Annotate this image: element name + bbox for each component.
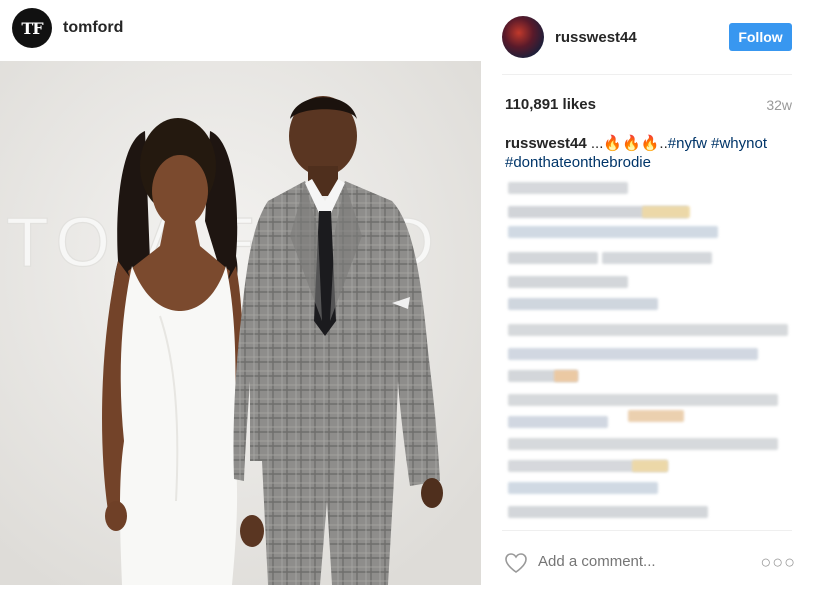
follow-button[interactable]: Follow xyxy=(729,23,792,51)
blurred-comment xyxy=(508,298,658,310)
blurred-comment xyxy=(508,182,628,194)
heart-icon[interactable] xyxy=(504,552,528,574)
hashtag-link[interactable]: #donthateonthebrodie xyxy=(505,154,651,171)
comment-input[interactable] xyxy=(538,553,738,570)
blurred-comment xyxy=(508,276,628,288)
caption-username[interactable]: russwest44 xyxy=(505,135,587,152)
blurred-comment xyxy=(632,460,668,472)
blurred-comment xyxy=(508,506,708,518)
blurred-comment xyxy=(642,206,690,218)
likes-count[interactable]: 110,891 likes xyxy=(505,96,596,113)
blurred-comment xyxy=(508,482,658,494)
tagged-account-header: TF tomford xyxy=(12,8,123,48)
blurred-comment xyxy=(508,394,778,406)
hashtag-link[interactable]: #whynot xyxy=(711,135,767,152)
owner-avatar[interactable] xyxy=(502,16,544,58)
blurred-comment xyxy=(508,324,788,336)
blurred-comment xyxy=(628,410,684,422)
post-sidebar: russwest44 Follow 110,891 likes 32w russ… xyxy=(481,0,814,593)
blurred-comment xyxy=(508,438,778,450)
add-comment-row: ○○○ xyxy=(502,548,796,578)
blurred-comment xyxy=(508,226,718,238)
blurred-comment xyxy=(602,252,712,264)
tomford-logo-avatar[interactable]: TF xyxy=(12,8,52,48)
logo-text: TF xyxy=(21,18,43,38)
hashtag-link[interactable]: #nyfw xyxy=(668,135,707,152)
post-caption: russwest44 ...🔥🔥🔥..#nyfw #whynot #dontha… xyxy=(505,134,785,172)
blurred-comment xyxy=(554,370,578,382)
woman-figure xyxy=(102,118,243,585)
comment-divider xyxy=(502,530,792,531)
owner-username[interactable]: russwest44 xyxy=(555,29,637,46)
post-age[interactable]: 32w xyxy=(766,97,792,113)
header-divider xyxy=(502,74,792,75)
post-image: TOM FORD xyxy=(0,61,481,585)
comments-list xyxy=(502,180,796,520)
blurred-comment xyxy=(508,348,758,360)
post-photo[interactable]: TOM FORD xyxy=(0,61,481,585)
blurred-comment xyxy=(508,416,608,428)
blurred-comment xyxy=(508,252,598,264)
caption-text-prefix: ... xyxy=(586,135,604,152)
tagged-username[interactable]: tomford xyxy=(63,19,123,37)
caption-text-mid: .. xyxy=(659,135,668,152)
post-owner: russwest44 xyxy=(502,16,637,58)
more-options-icon[interactable]: ○○○ xyxy=(760,552,796,573)
fire-emoji: 🔥🔥🔥 xyxy=(603,135,660,152)
